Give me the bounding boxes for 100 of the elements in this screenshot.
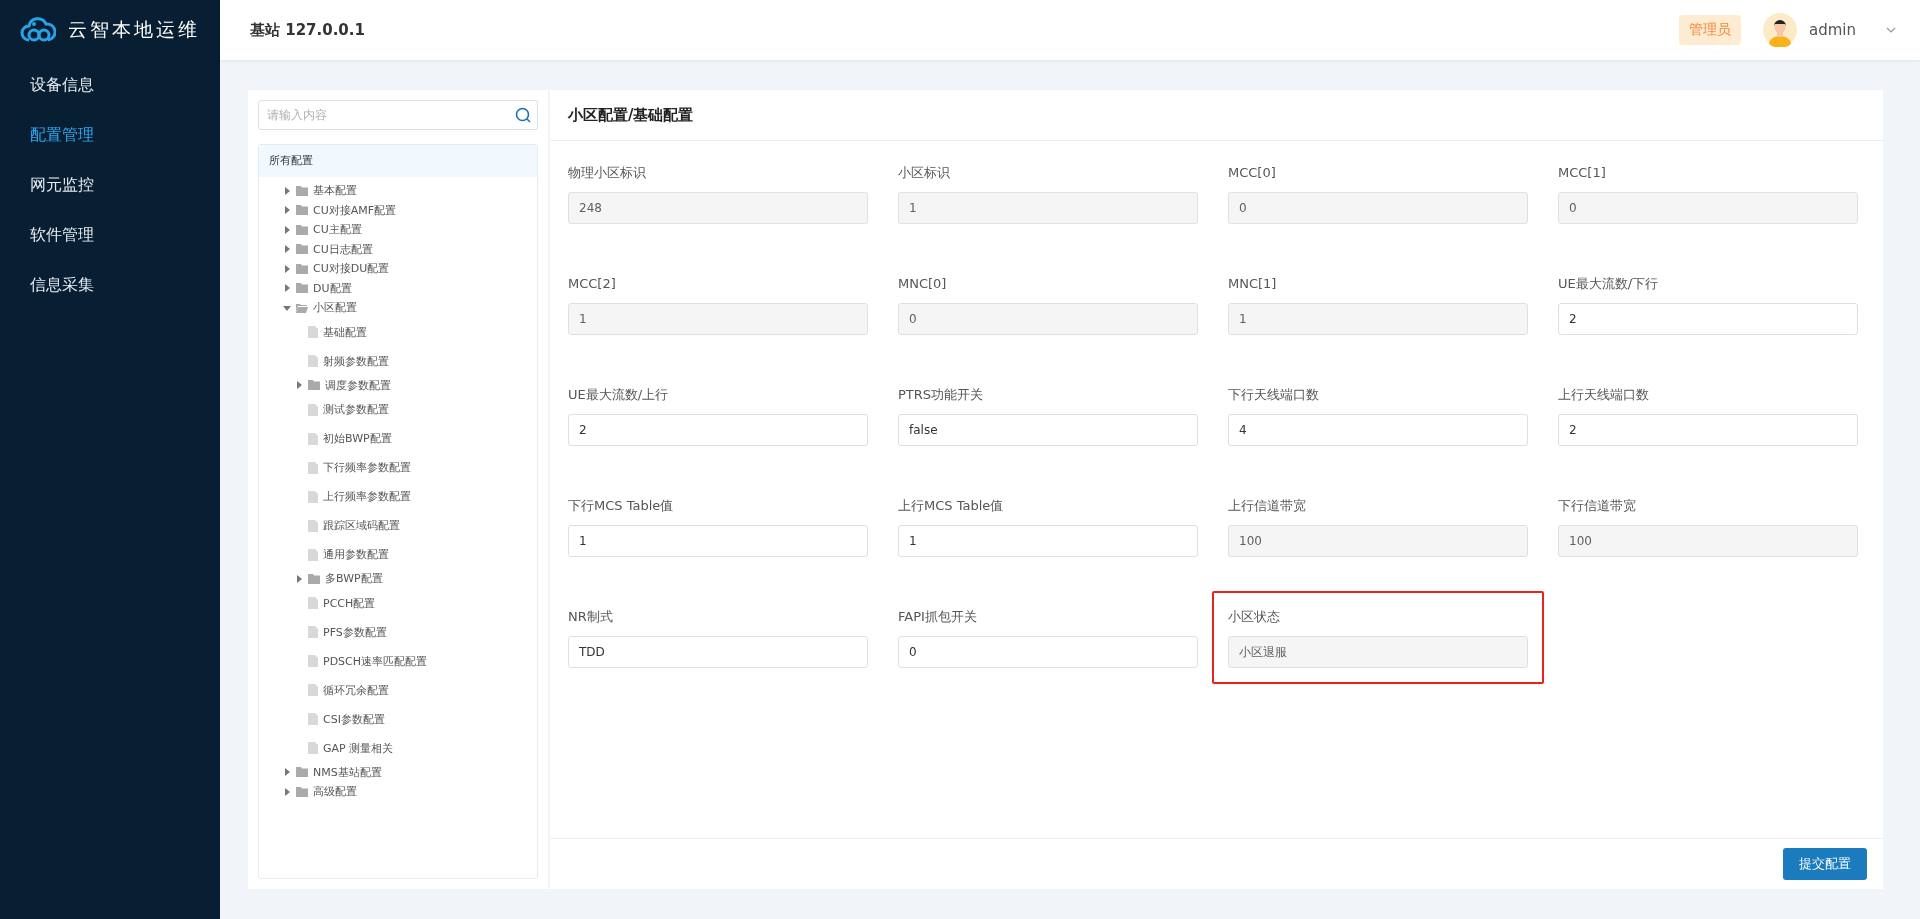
- field-label: MNC[1]: [1228, 275, 1278, 293]
- tree-item[interactable]: 初始BWP配置: [323, 431, 392, 446]
- field-label: 下行MCS Table值: [568, 497, 675, 515]
- tree-root[interactable]: 所有配置: [259, 145, 537, 177]
- tree-item[interactable]: PFS参数配置: [323, 624, 387, 640]
- tree-item[interactable]: 调度参数配置: [325, 377, 391, 393]
- file-icon: [308, 490, 318, 503]
- expand-arrow-icon[interactable]: [283, 768, 291, 777]
- input-field[interactable]: 4: [1228, 414, 1528, 446]
- tree-item[interactable]: 基础配置: [323, 324, 367, 340]
- input-field[interactable]: false: [898, 414, 1198, 446]
- user-name[interactable]: admin: [1809, 21, 1856, 39]
- field-label: 上行天线端口数: [1558, 386, 1650, 404]
- input-field[interactable]: 2: [1558, 414, 1858, 446]
- folder-icon: [296, 767, 308, 778]
- nav-item[interactable]: 网元监控: [0, 160, 124, 210]
- tree-item[interactable]: CU日志配置: [313, 241, 373, 257]
- caret-icon[interactable]: [1886, 27, 1896, 33]
- expand-arrow-icon[interactable]: [283, 206, 291, 215]
- role-badge: 管理员: [1679, 15, 1741, 45]
- tree-item[interactable]: NMS基站配置: [313, 764, 382, 780]
- expand-arrow-icon[interactable]: [283, 245, 291, 254]
- folder-icon: [296, 302, 308, 313]
- tree-item[interactable]: CU对接AMF配置: [313, 202, 397, 218]
- tree-item[interactable]: 跟踪区域码配置: [323, 518, 400, 533]
- folder-icon: [296, 244, 308, 255]
- folder-icon: [308, 573, 320, 584]
- expand-arrow-icon[interactable]: [295, 381, 303, 390]
- avatar-icon[interactable]: [1763, 13, 1797, 47]
- folder-icon: [296, 283, 308, 294]
- field-label: PTRS功能开关: [898, 386, 985, 404]
- folder-icon: [296, 786, 308, 797]
- field-label: 上行信道带宽: [1228, 497, 1307, 515]
- field-label: 下行天线端口数: [1228, 386, 1320, 404]
- station-title: 基站 127.0.0.1: [250, 20, 365, 40]
- field-label: 上行MCS Table值: [898, 497, 1005, 515]
- folder-icon: [296, 205, 308, 216]
- nav-item[interactable]: 信息采集: [0, 260, 124, 310]
- expand-arrow-icon[interactable]: [283, 284, 291, 293]
- field-label: UE最大流数/上行: [568, 386, 670, 404]
- tree-item[interactable]: CU主配置: [313, 222, 362, 238]
- nav-item[interactable]: 设备信息: [0, 60, 124, 110]
- panel-title: 小区配置/基础配置: [550, 90, 1883, 141]
- field-label: UE最大流数/下行: [1558, 275, 1660, 293]
- expand-arrow-icon[interactable]: [283, 186, 291, 195]
- folder-icon: [296, 224, 308, 235]
- field-label: FAPI抓包开关: [898, 608, 978, 626]
- tree-item[interactable]: DU配置: [313, 280, 352, 296]
- tree-item[interactable]: CSI参数配置: [323, 711, 385, 727]
- tree-item[interactable]: CU对接DU配置: [313, 261, 390, 277]
- tree-item[interactable]: 下行频率参数配置: [323, 460, 411, 475]
- expand-arrow-icon[interactable]: [283, 787, 291, 796]
- submit-button[interactable]: 提交配置: [1783, 848, 1867, 880]
- folder-icon: [308, 380, 320, 391]
- expand-arrow-icon[interactable]: [283, 264, 291, 273]
- search-icon[interactable]: [515, 107, 531, 123]
- folder-icon: [296, 263, 308, 274]
- search-field[interactable]: 请输入内容: [258, 100, 538, 130]
- tree-item[interactable]: PCCH配置: [323, 595, 376, 611]
- nav-item[interactable]: 配置管理: [0, 110, 124, 160]
- expand-arrow-icon[interactable]: [283, 303, 291, 312]
- file-icon: [308, 626, 318, 638]
- file-icon: [308, 432, 318, 445]
- tree-item[interactable]: GAP 测量相关: [323, 740, 394, 756]
- field-label: 小区状态: [1228, 608, 1281, 626]
- tree-item[interactable]: 多BWP配置: [325, 571, 383, 587]
- field-label: 下行信道带宽: [1558, 497, 1637, 515]
- field-label: 物理小区标识: [568, 164, 647, 182]
- file-icon: [308, 461, 318, 474]
- file-icon: [308, 597, 318, 609]
- expand-arrow-icon[interactable]: [283, 225, 291, 234]
- tree-item[interactable]: 通用参数配置: [323, 547, 389, 562]
- input-field[interactable]: 2: [1558, 303, 1858, 335]
- input-field[interactable]: TDD: [568, 636, 868, 668]
- tree-item[interactable]: 基本配置: [313, 183, 357, 199]
- expand-arrow-icon[interactable]: [295, 574, 303, 583]
- tree-item[interactable]: 上行频率参数配置: [323, 489, 411, 504]
- tree-item[interactable]: 小区配置: [313, 300, 357, 316]
- field-label: MCC[1]: [1558, 164, 1607, 182]
- file-icon: [308, 403, 318, 416]
- tree-item[interactable]: 循环冗余配置: [323, 682, 389, 698]
- file-icon: [308, 742, 318, 754]
- input-field[interactable]: 2: [568, 414, 868, 446]
- field-label: 小区标识: [898, 164, 951, 182]
- tree-item[interactable]: 射频参数配置: [323, 353, 389, 369]
- file-icon: [308, 655, 318, 667]
- file-icon: [308, 548, 318, 561]
- input-field[interactable]: 1: [568, 525, 868, 557]
- file-icon: [308, 519, 318, 532]
- input-field[interactable]: 1: [898, 525, 1198, 557]
- input-field[interactable]: 0: [898, 636, 1198, 668]
- tree-item[interactable]: 高级配置: [313, 784, 357, 800]
- file-icon: [308, 326, 318, 338]
- file-icon: [308, 355, 318, 367]
- field-label: MNC[0]: [898, 275, 948, 293]
- file-icon: [308, 684, 318, 696]
- tree-item[interactable]: 测试参数配置: [323, 402, 389, 417]
- tree-item[interactable]: PDSCH速率匹配配置: [323, 653, 428, 669]
- nav-item[interactable]: 软件管理: [0, 210, 124, 260]
- field-label: MCC[2]: [568, 275, 617, 293]
